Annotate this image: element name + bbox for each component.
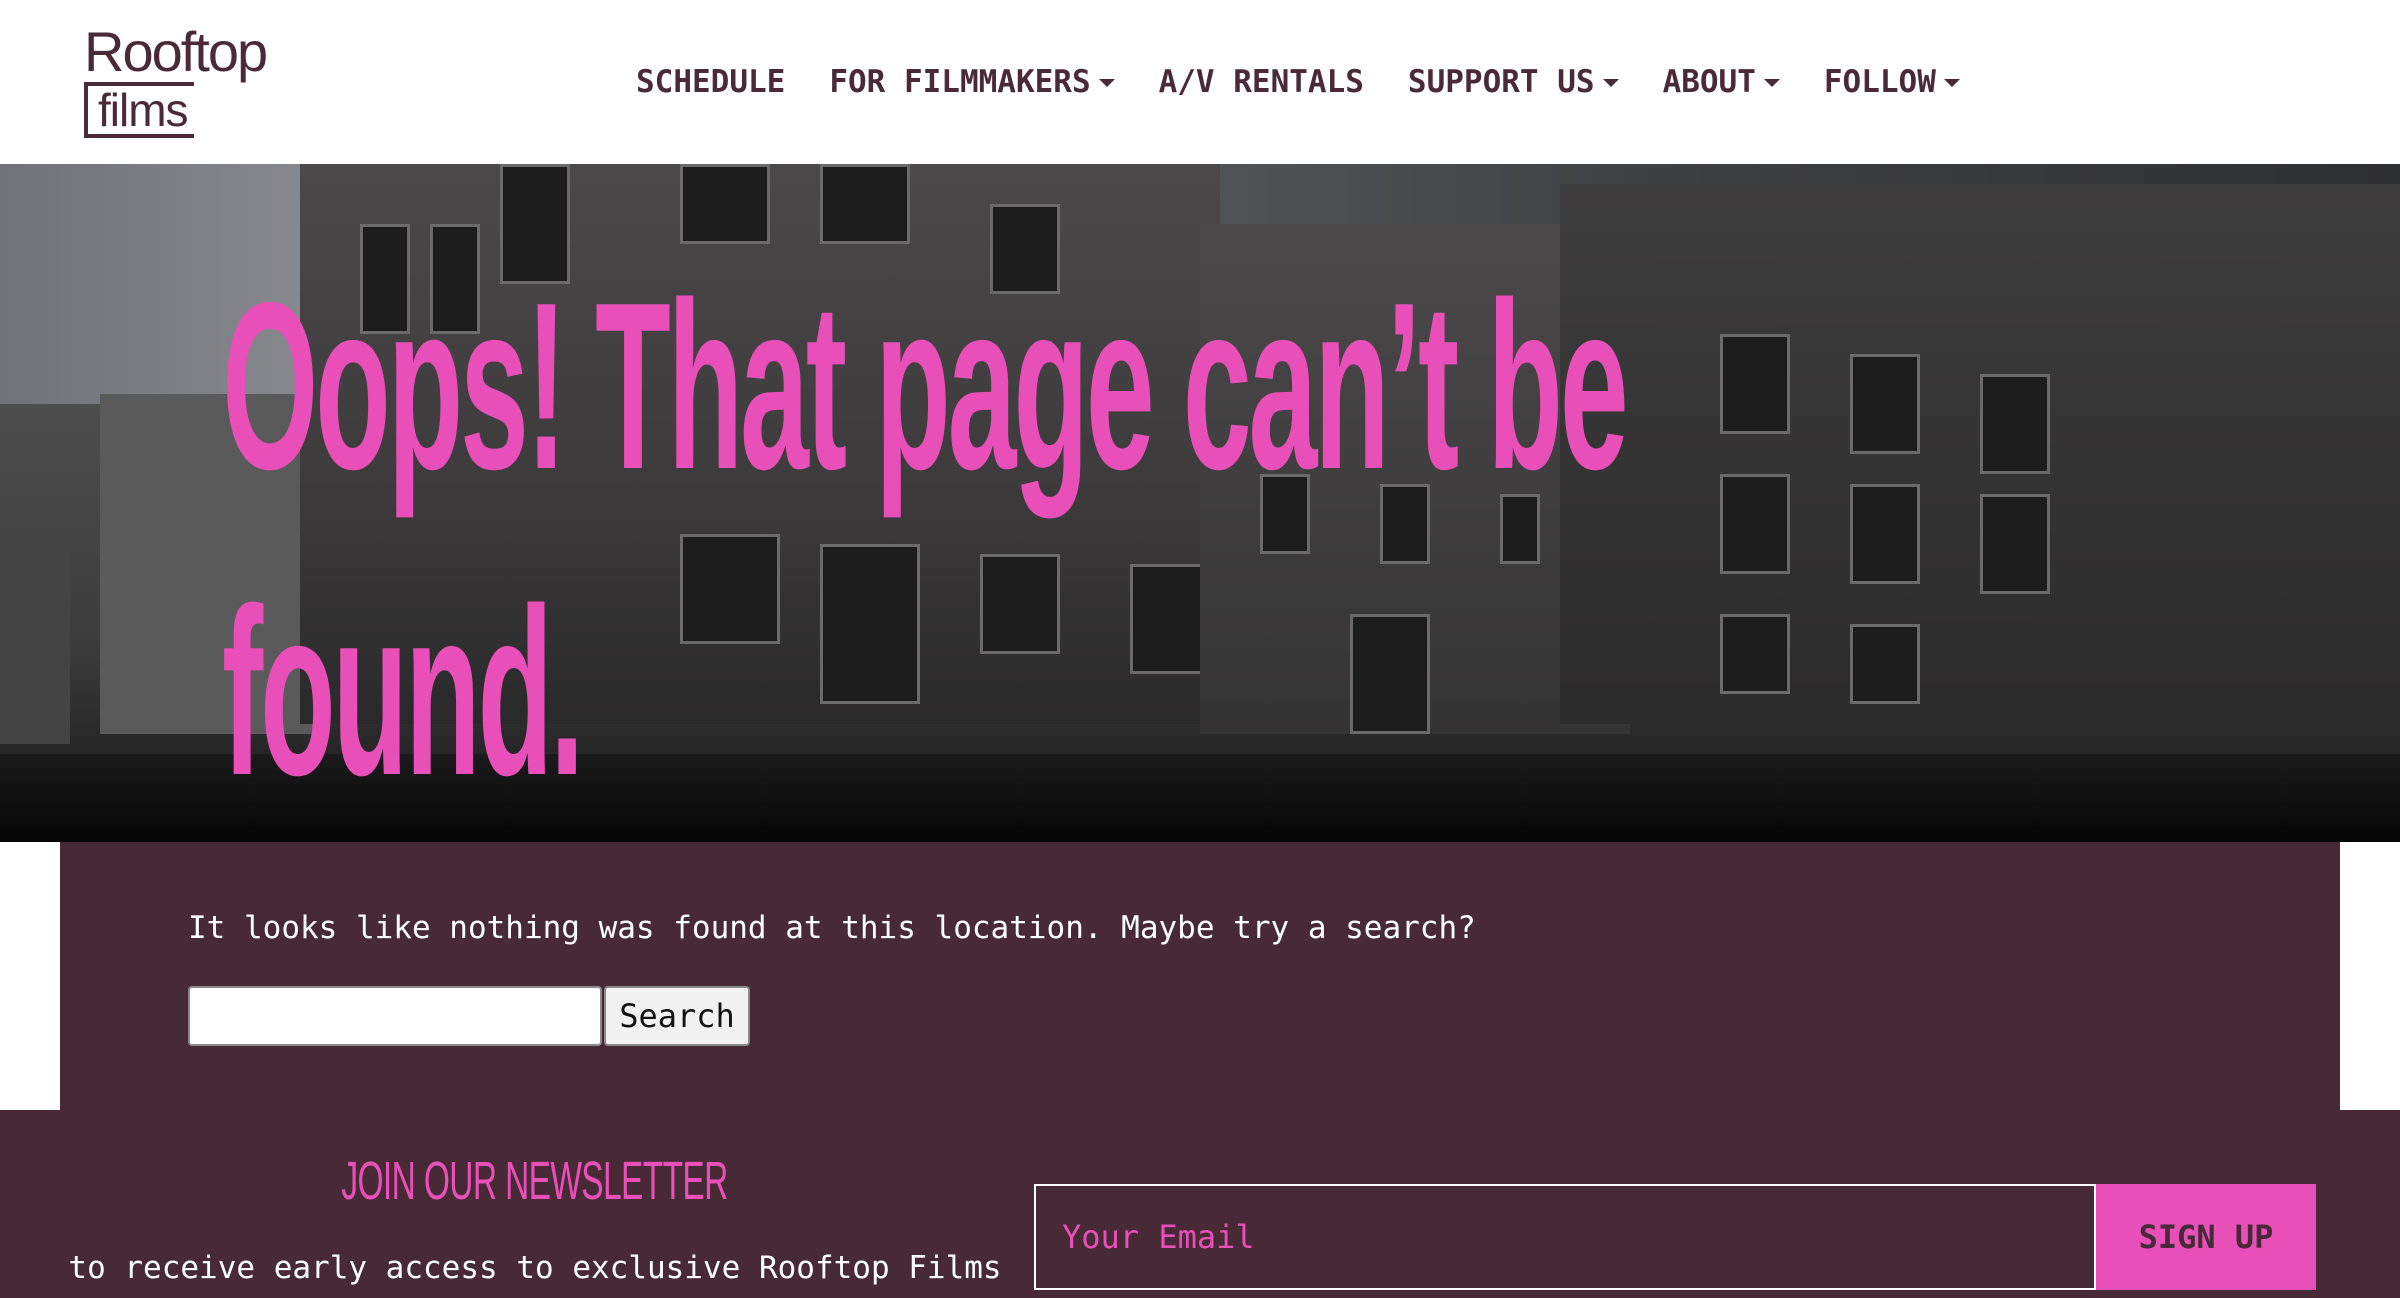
nav-av-rentals-label: A/V RENTALS — [1158, 64, 1364, 100]
newsletter-signup-button[interactable]: SIGN UP — [2096, 1184, 2316, 1290]
hero-banner: Oops! That page can’t be found. — [0, 164, 2400, 842]
nav-for-filmmakers-label: FOR FILMMAKERS — [829, 64, 1091, 100]
nav-support-us[interactable]: SUPPORT US — [1408, 64, 1619, 100]
caret-down-icon — [1098, 79, 1115, 87]
error-page-title: Oops! That page can’t be found. — [222, 254, 1629, 825]
main-navigation: SCHEDULE FOR FILMMAKERS A/V RENTALS SUPP… — [636, 60, 1960, 104]
building-window — [820, 164, 910, 244]
building-window — [1720, 474, 1790, 574]
newsletter-title-text: JOIN OUR NEWSLETTER — [341, 1151, 729, 1211]
search-button[interactable]: Search — [604, 986, 750, 1046]
caret-down-icon — [1602, 79, 1619, 87]
newsletter-title: JOIN OUR NEWSLETTER — [0, 1150, 1070, 1212]
building-window — [1850, 624, 1920, 704]
nav-support-us-label: SUPPORT US — [1407, 64, 1595, 100]
logo-wordmark-films: films — [98, 84, 189, 136]
building-window — [1850, 354, 1920, 454]
caret-down-icon — [1943, 79, 1960, 87]
building-window — [1720, 614, 1790, 694]
not-found-content: It looks like nothing was found at this … — [60, 842, 2340, 1110]
hero-building — [0, 524, 70, 744]
not-found-message: It looks like nothing was found at this … — [188, 910, 1476, 946]
nav-av-rentals[interactable]: A/V RENTALS — [1159, 64, 1364, 100]
building-window — [1850, 484, 1920, 584]
logo-wordmark-rooftop: Rooftop — [84, 20, 268, 83]
building-window — [1980, 374, 2050, 474]
building-window — [680, 164, 770, 244]
nav-follow[interactable]: FOLLOW — [1824, 64, 1960, 100]
newsletter-subtitle: to receive early access to exclusive Roo… — [68, 1250, 1002, 1286]
site-header: Rooftop films SCHEDULE FOR FILMMAKERS A/… — [0, 0, 2400, 164]
building-window — [1980, 494, 2050, 594]
nav-follow-label: FOLLOW — [1823, 64, 1936, 100]
building-window — [1720, 334, 1790, 434]
newsletter-section: JOIN OUR NEWSLETTER to receive early acc… — [0, 1110, 2400, 1298]
rooftop-films-logo[interactable]: Rooftop films — [84, 22, 294, 140]
nav-for-filmmakers[interactable]: FOR FILMMAKERS — [829, 64, 1115, 100]
nav-about-label: ABOUT — [1662, 64, 1756, 100]
caret-down-icon — [1763, 79, 1780, 87]
newsletter-email-field[interactable] — [1034, 1184, 2096, 1290]
nav-about[interactable]: ABOUT — [1663, 64, 1780, 100]
nav-schedule-label: SCHEDULE — [636, 64, 786, 100]
nav-schedule[interactable]: SCHEDULE — [636, 64, 785, 100]
search-input[interactable] — [188, 986, 602, 1046]
